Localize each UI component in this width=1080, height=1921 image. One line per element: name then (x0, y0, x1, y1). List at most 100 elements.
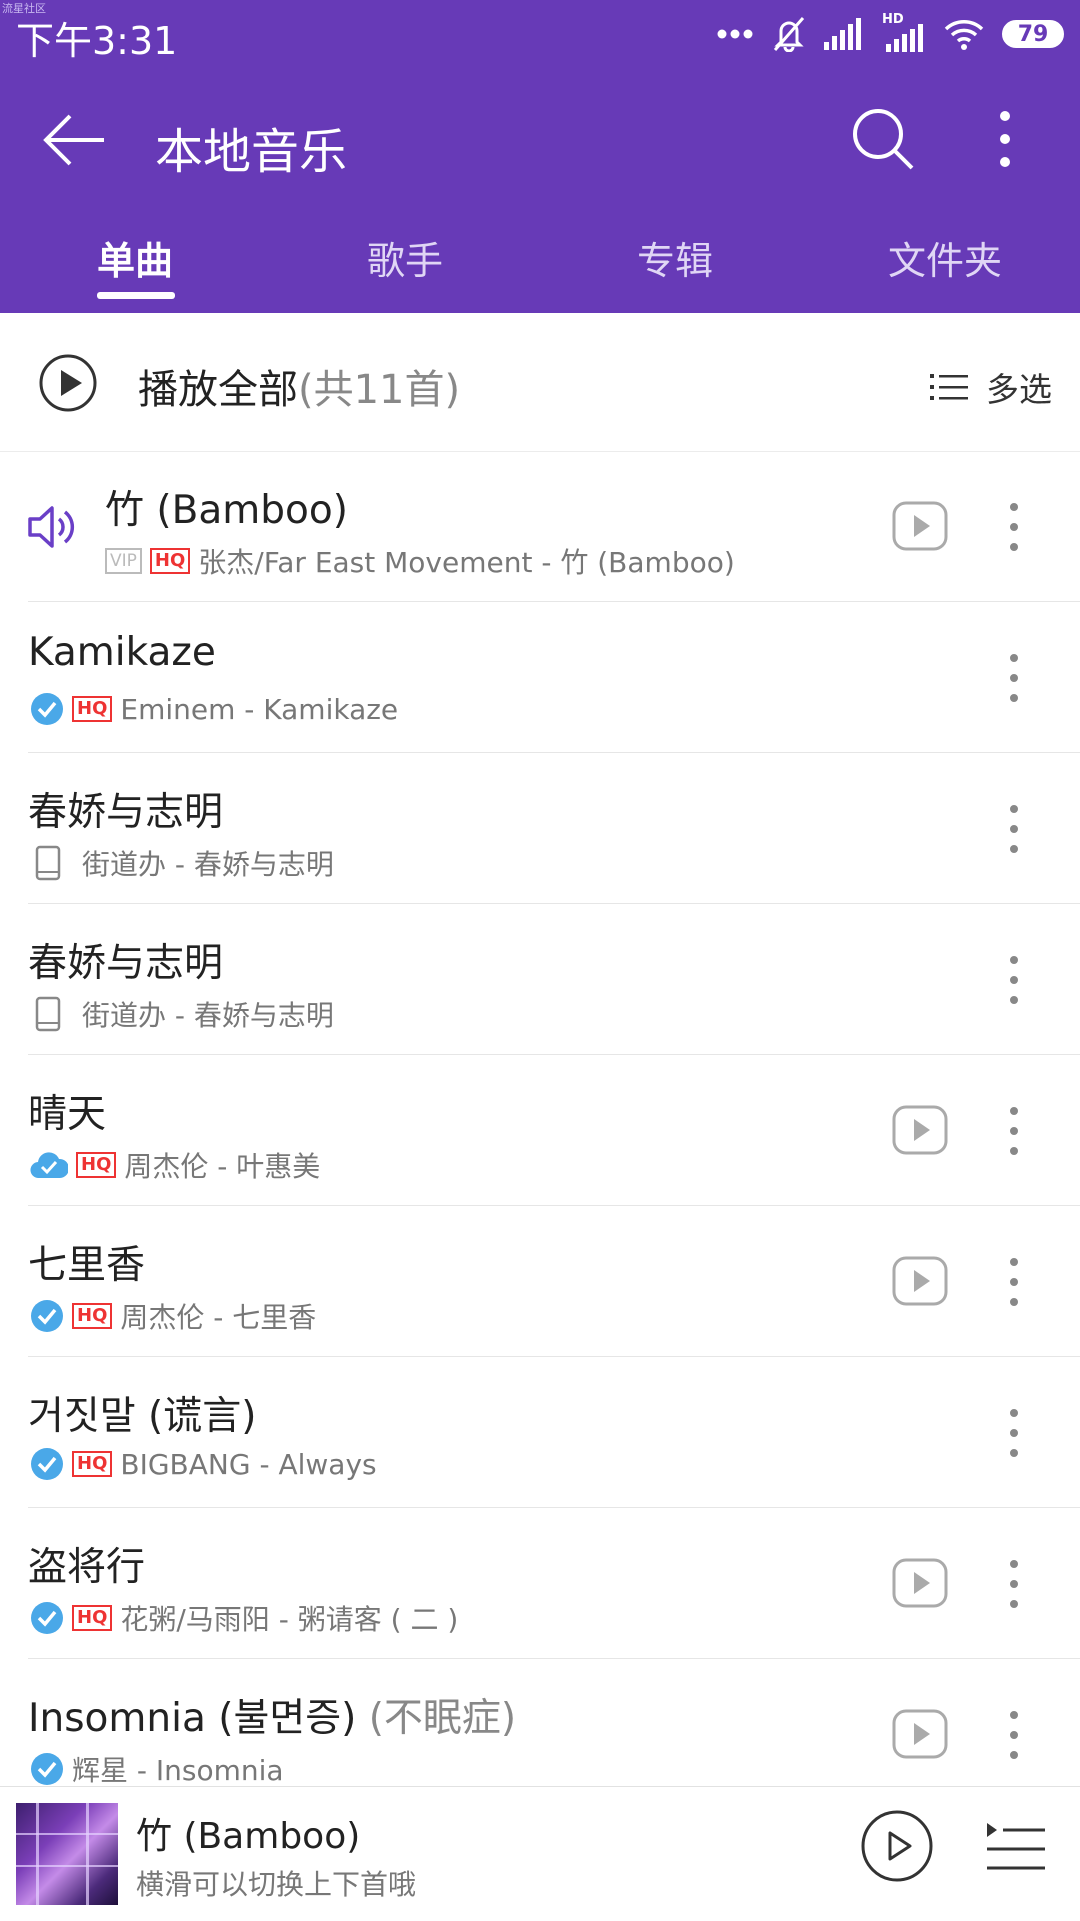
song-title-text: 春娇与志明 (28, 941, 224, 986)
more-vert-icon[interactable] (1000, 1707, 1028, 1763)
more-vert-icon[interactable] (1000, 1103, 1028, 1159)
check-circle-icon (31, 1448, 63, 1480)
status-time: 下午3:31 (16, 19, 178, 63)
hq-badge: HQ (72, 696, 113, 722)
wifi-icon (944, 20, 984, 50)
song-row[interactable]: Kamikaze HQ Eminem - Kamikaze (0, 602, 1080, 753)
now-playing-speaker-icon (28, 506, 75, 548)
battery-level: 79 (1017, 21, 1049, 47)
multiselect-label: 多选 (986, 370, 1052, 409)
more-vert-icon[interactable] (1000, 801, 1028, 857)
song-title: Insomnia (불면증) (不眠症) (28, 1687, 516, 1743)
song-meta: 街道办 - 春娇与志明 (34, 994, 334, 1034)
song-title: 盗将行 (28, 1536, 145, 1592)
more-vert-icon[interactable] (1000, 499, 1028, 555)
play-all-row[interactable]: 播放全部(共11首) 多选 (0, 313, 1080, 452)
song-artist-album: 周杰伦 - 七里香 (120, 1301, 317, 1334)
play-video-icon[interactable] (892, 1256, 948, 1306)
hq-badge: HQ (72, 1303, 113, 1329)
status-bar: 流星社区 下午3:31 HD 79 (0, 0, 1080, 72)
check-circle-icon (31, 1753, 63, 1785)
play-all-label[interactable]: 播放全部(共11首) (138, 357, 460, 415)
multiselect-button[interactable]: 多选 (930, 363, 1052, 411)
song-row[interactable]: 거짓말 (谎言) HQ BIGBANG - Always (0, 1357, 1080, 1508)
mini-player-title: 竹 (Bamboo) (136, 1816, 361, 1857)
mini-player[interactable]: 竹 (Bamboo) 横滑可以切换上下首哦 (0, 1786, 1080, 1921)
song-artist-album: Eminem - Kamikaze (120, 692, 399, 726)
song-artist-album: 周杰伦 - 叶惠美 (124, 1150, 321, 1183)
back-arrow-icon[interactable] (40, 108, 110, 172)
tab-label: 文件夹 (887, 239, 1002, 283)
album-cover[interactable] (16, 1803, 118, 1905)
play-video-icon[interactable] (892, 1709, 948, 1759)
song-artist-album: 张杰/Far East Movement - 竹 (Bamboo) (198, 546, 735, 579)
tab-label: 单曲 (96, 239, 173, 283)
mini-player-hint: 横滑可以切换上下首哦 (136, 1868, 417, 1901)
song-title: 竹 (Bamboo) (105, 479, 348, 535)
play-video-icon[interactable] (892, 1558, 948, 1608)
play-video-icon[interactable] (892, 1105, 948, 1155)
song-title-text: 竹 (Bamboo) (105, 488, 348, 533)
cover-art-detail (16, 1865, 118, 1867)
tab-artists[interactable]: 歌手 (270, 230, 540, 313)
song-meta: 街道办 - 春娇与志明 (34, 843, 334, 883)
song-meta: HQ 周杰伦 - 叶惠美 (30, 1145, 320, 1185)
song-row[interactable]: 竹 (Bamboo) VIP HQ 张杰/Far East Movement -… (0, 451, 1080, 602)
hq-badge: HQ (76, 1152, 117, 1178)
vip-badge: VIP (105, 548, 142, 574)
song-title: 晴天 (28, 1083, 106, 1139)
phone-icon (35, 845, 61, 881)
tab-albums[interactable]: 专辑 (540, 230, 810, 313)
more-vert-icon[interactable] (1000, 650, 1028, 706)
song-title: Kamikaze (28, 630, 216, 675)
more-vert-icon[interactable] (1000, 1556, 1028, 1612)
song-artist-album: 街道办 - 春娇与志明 (82, 848, 334, 881)
song-row[interactable]: 七里香 HQ 周杰伦 - 七里香 (0, 1206, 1080, 1357)
song-row[interactable]: 春娇与志明 街道办 - 春娇与志明 (0, 753, 1080, 904)
song-row[interactable]: 晴天 HQ 周杰伦 - 叶惠美 (0, 1055, 1080, 1206)
header: 流星社区 下午3:31 HD 79 本地音乐 单曲 歌手 专辑 文件夹 (0, 0, 1080, 313)
page-title: 本地音乐 (155, 124, 348, 180)
song-row[interactable]: 春娇与志明 街道办 - 春娇与志明 (0, 904, 1080, 1055)
phone-icon (35, 996, 61, 1032)
tab-songs[interactable]: 单曲 (0, 230, 270, 313)
song-artist-album: BIGBANG - Always (120, 1447, 377, 1481)
signal-icon (824, 18, 861, 50)
list-icon (930, 374, 968, 400)
tab-label: 专辑 (636, 239, 713, 283)
song-title-text: 晴天 (28, 1092, 107, 1137)
play-all-text: 播放全部 (138, 367, 298, 413)
check-circle-icon (31, 1300, 63, 1332)
tab-label: 歌手 (366, 239, 443, 283)
play-circle-icon[interactable] (860, 1809, 934, 1883)
tab-indicator (97, 292, 175, 299)
check-circle-icon (31, 1602, 63, 1634)
tab-bar: 单曲 歌手 专辑 文件夹 (0, 230, 1080, 313)
song-title: 春娇与志明 (28, 932, 223, 988)
song-title: 七里香 (28, 1234, 145, 1290)
song-meta: VIP HQ 张杰/Far East Movement - 竹 (Bamboo) (105, 541, 735, 581)
song-title-text: 盗将行 (28, 1545, 146, 1590)
song-title-text: Insomnia (불면증) (28, 1696, 357, 1741)
mute-bell-icon (773, 17, 805, 52)
song-artist-album: 辉星 - Insomnia (72, 1754, 284, 1787)
song-title-text: 거짓말 (谎言) (28, 1394, 257, 1439)
play-circle-icon[interactable] (38, 353, 98, 413)
song-meta: HQ 周杰伦 - 七里香 (30, 1296, 316, 1336)
song-count: (共11首) (298, 367, 461, 413)
more-vert-icon[interactable] (1000, 1405, 1028, 1461)
song-artist-album: 花粥/马雨阳 - 粥请客 ( 二 ) (120, 1603, 459, 1636)
more-vert-icon[interactable] (985, 104, 1025, 174)
battery-indicator: 79 (1002, 20, 1064, 48)
song-meta: HQ BIGBANG - Always (30, 1447, 377, 1481)
song-title: 春娇与志明 (28, 781, 223, 837)
more-vert-icon[interactable] (1000, 952, 1028, 1008)
tab-folders[interactable]: 文件夹 (810, 230, 1080, 313)
playlist-queue-icon[interactable] (985, 1817, 1047, 1877)
play-video-icon[interactable] (892, 501, 948, 551)
search-icon[interactable] (848, 104, 918, 174)
song-title-text: Kamikaze (28, 630, 216, 675)
song-row[interactable]: 盗将行 HQ 花粥/马雨阳 - 粥请客 ( 二 ) (0, 1508, 1080, 1659)
more-vert-icon[interactable] (1000, 1254, 1028, 1310)
song-meta: HQ 花粥/马雨阳 - 粥请客 ( 二 ) (30, 1598, 458, 1638)
